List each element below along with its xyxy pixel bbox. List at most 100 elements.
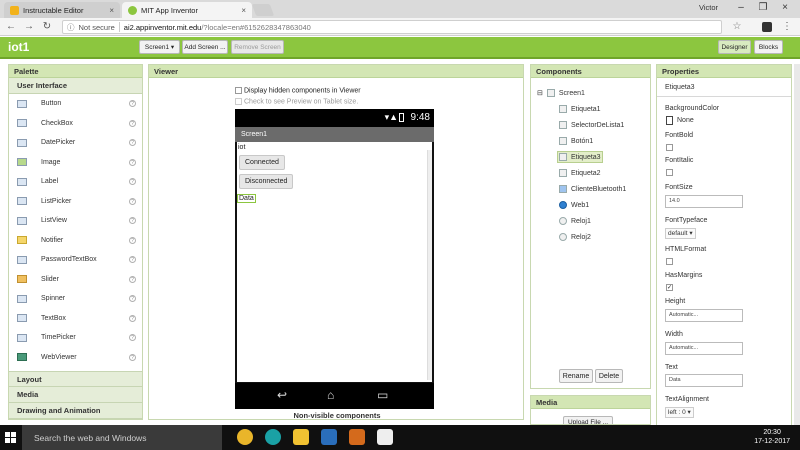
palette-item-label: Image xyxy=(41,158,61,166)
url-field[interactable]: ⓘ Not secure ai2.appinventor.mit.edu/?lo… xyxy=(62,20,722,34)
add-screen-button[interactable]: Add Screen ... xyxy=(182,40,228,54)
tree-item-boton1[interactable]: Botón1 xyxy=(559,137,593,145)
category-layout[interactable]: Layout xyxy=(9,371,142,387)
tree-item-etiqueta1[interactable]: Etiqueta1 xyxy=(559,105,601,113)
close-tab-icon[interactable]: × xyxy=(109,6,114,15)
tab-mit-app-inventor[interactable]: MIT App Inventor × xyxy=(122,2,252,18)
text-alignment-select[interactable]: left : 0 ▾ xyxy=(665,407,694,418)
height-input[interactable]: Automatic... xyxy=(665,309,743,322)
taskbar-search[interactable]: Search the web and Windows xyxy=(22,425,222,450)
background-color-value[interactable]: None xyxy=(677,117,694,124)
palette-item-slider[interactable]: Slider? xyxy=(9,270,142,290)
extension-icon[interactable] xyxy=(762,22,772,32)
help-icon[interactable]: ? xyxy=(129,236,136,244)
tree-item-reloj1[interactable]: Reloj1 xyxy=(559,217,591,225)
font-bold-checkbox[interactable] xyxy=(666,144,673,151)
new-tab-button[interactable] xyxy=(251,4,275,16)
help-icon[interactable]: ? xyxy=(129,119,136,127)
display-hidden-checkbox[interactable]: Display hidden components in Viewer xyxy=(235,87,361,94)
palette-item-timepicker[interactable]: TimePicker? xyxy=(9,328,142,348)
palette-item-button[interactable]: Button? xyxy=(9,94,142,114)
help-icon[interactable]: ? xyxy=(129,295,136,303)
forward-icon[interactable]: → xyxy=(22,20,36,34)
tablet-preview-checkbox[interactable]: Check to see Preview on Tablet size. xyxy=(235,98,358,105)
reload-icon[interactable]: ↻ xyxy=(40,20,54,34)
upload-file-button[interactable]: Upload File ... xyxy=(563,416,613,424)
palette-item-listpicker[interactable]: ListPicker? xyxy=(9,192,142,212)
help-icon[interactable]: ? xyxy=(129,256,136,264)
category-media[interactable]: Media xyxy=(9,387,142,403)
file-explorer-icon[interactable] xyxy=(293,429,309,445)
page-scrollbar[interactable] xyxy=(794,64,800,426)
tab-instructable-editor[interactable]: Instructable Editor × xyxy=(4,2,120,18)
menu-icon[interactable]: ⋮ xyxy=(780,20,794,34)
help-icon[interactable]: ? xyxy=(129,139,136,147)
help-icon[interactable]: ? xyxy=(129,353,136,361)
html-format-checkbox[interactable] xyxy=(666,258,673,265)
palette-item-notifier[interactable]: Notifier? xyxy=(9,231,142,251)
tree-item-clientebluetooth1[interactable]: ClienteBluetooth1 xyxy=(559,185,626,193)
font-typeface-select[interactable]: default ▾ xyxy=(665,228,696,239)
palette-item-label[interactable]: Label? xyxy=(9,172,142,192)
close-tab-icon[interactable]: × xyxy=(241,6,246,15)
minimize-icon[interactable]: – xyxy=(730,1,752,15)
remove-screen-button[interactable]: Remove Screen xyxy=(231,40,284,54)
help-icon[interactable]: ? xyxy=(129,275,136,283)
windows-start-icon[interactable] xyxy=(5,432,16,443)
category-drawing-and-animation[interactable]: Drawing and Animation xyxy=(9,403,142,419)
tree-item-web1[interactable]: Web1 xyxy=(559,201,589,209)
help-icon[interactable]: ? xyxy=(129,334,136,342)
checkbox-box[interactable] xyxy=(235,98,242,105)
connected-button[interactable]: Connected xyxy=(239,155,285,170)
collapse-icon[interactable]: ⊟ xyxy=(537,89,543,97)
designer-button[interactable]: Designer xyxy=(718,40,751,54)
help-icon[interactable]: ? xyxy=(129,100,136,108)
star-icon[interactable]: ☆ xyxy=(730,20,744,34)
label-iot[interactable]: iot xyxy=(238,144,245,151)
chrome-icon[interactable] xyxy=(237,429,253,445)
palette-item-webviewer[interactable]: WebViewer? xyxy=(9,348,142,368)
help-icon[interactable]: ? xyxy=(129,217,136,225)
palette-item-datepicker[interactable]: DatePicker? xyxy=(9,133,142,153)
tree-item-selectordelista1[interactable]: SelectorDeLista1 xyxy=(559,121,624,129)
blocks-button[interactable]: Blocks xyxy=(754,40,783,54)
checkbox-box[interactable] xyxy=(235,87,242,94)
palette-item-listview[interactable]: ListView? xyxy=(9,211,142,231)
tree-root-screen1[interactable]: ⊟ Screen1 xyxy=(537,89,585,97)
width-input[interactable]: Automatic... xyxy=(665,342,743,355)
screen-select[interactable]: Screen1 ▾ xyxy=(139,40,180,54)
tree-item-etiqueta2[interactable]: Etiqueta2 xyxy=(559,169,601,177)
system-clock[interactable]: 20:30 17-12-2017 xyxy=(754,428,790,446)
selected-label-data[interactable]: Data xyxy=(237,194,256,203)
palette-item-passwordtextbox[interactable]: PasswordTextBox? xyxy=(9,250,142,270)
store-icon[interactable] xyxy=(321,429,337,445)
delete-button[interactable]: Delete xyxy=(595,369,623,383)
palette-item-textbox[interactable]: TextBox? xyxy=(9,309,142,329)
disconnected-button[interactable]: Disconnected xyxy=(239,174,294,189)
close-window-icon[interactable]: × xyxy=(774,1,796,15)
category-user-interface[interactable]: User Interface xyxy=(9,78,142,94)
help-icon[interactable]: ? xyxy=(129,314,136,322)
profile-name[interactable]: Victor xyxy=(699,3,718,12)
back-icon[interactable]: ← xyxy=(4,20,18,34)
phone-scrollbar[interactable] xyxy=(427,150,432,380)
palette-item-image[interactable]: Image? xyxy=(9,153,142,173)
vlc-icon[interactable] xyxy=(349,429,365,445)
info-icon[interactable]: ⓘ xyxy=(67,22,75,33)
tree-item-reloj2[interactable]: Reloj2 xyxy=(559,233,591,241)
has-margins-checkbox[interactable]: ✓ xyxy=(666,284,673,291)
palette-item-checkbox[interactable]: CheckBox? xyxy=(9,114,142,134)
font-size-input[interactable]: 14.0 xyxy=(665,195,743,208)
help-icon[interactable]: ? xyxy=(129,158,136,166)
arduino-icon[interactable] xyxy=(265,429,281,445)
text-input[interactable]: Data xyxy=(665,374,743,387)
rename-button[interactable]: Rename xyxy=(559,369,593,383)
photos-icon[interactable] xyxy=(377,429,393,445)
restore-icon[interactable]: ❐ xyxy=(752,1,774,15)
palette-item-spinner[interactable]: Spinner? xyxy=(9,289,142,309)
color-swatch[interactable] xyxy=(666,116,673,125)
tree-item-etiqueta3[interactable]: Etiqueta3 xyxy=(557,151,603,163)
font-italic-checkbox[interactable] xyxy=(666,169,673,176)
help-icon[interactable]: ? xyxy=(129,197,136,205)
help-icon[interactable]: ? xyxy=(129,178,136,186)
